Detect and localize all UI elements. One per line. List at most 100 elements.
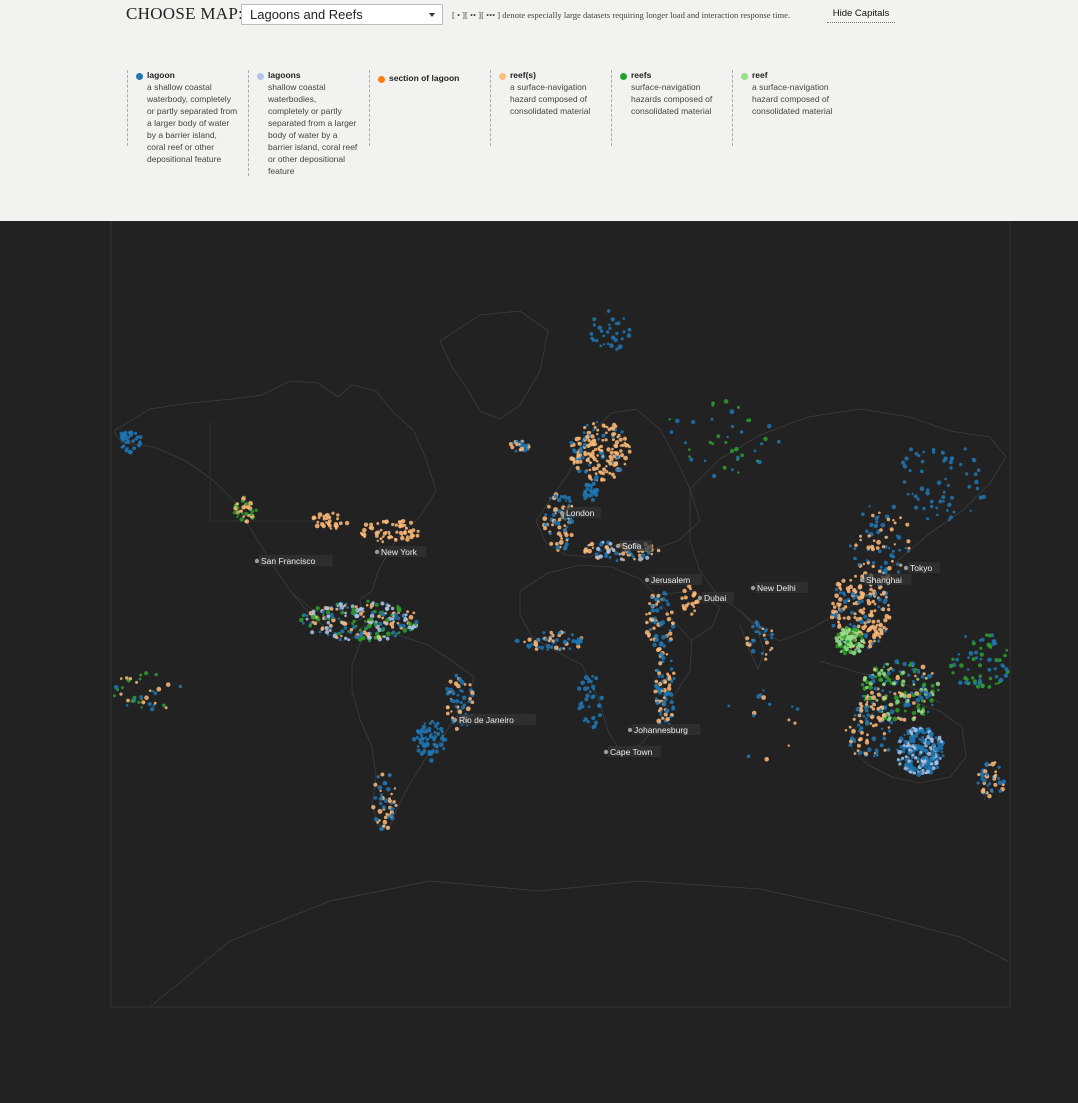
feature-point[interactable]	[930, 683, 935, 688]
feature-point[interactable]	[976, 468, 981, 472]
feature-point[interactable]	[967, 656, 970, 660]
feature-point[interactable]	[876, 539, 881, 545]
feature-point[interactable]	[579, 450, 583, 455]
feature-point[interactable]	[868, 696, 872, 701]
feature-point[interactable]	[879, 528, 883, 532]
feature-point[interactable]	[587, 474, 592, 478]
feature-point[interactable]	[933, 746, 938, 751]
feature-point[interactable]	[350, 610, 356, 616]
feature-point[interactable]	[433, 731, 437, 734]
feature-point[interactable]	[344, 614, 347, 618]
feature-point[interactable]	[716, 434, 721, 439]
feature-point[interactable]	[310, 630, 315, 635]
feature-point[interactable]	[334, 527, 338, 530]
feature-point[interactable]	[880, 668, 884, 672]
feature-point[interactable]	[987, 633, 992, 638]
feature-point[interactable]	[665, 612, 669, 616]
feature-point[interactable]	[888, 703, 892, 707]
feature-point[interactable]	[831, 601, 835, 606]
feature-point[interactable]	[445, 711, 450, 716]
feature-point[interactable]	[618, 437, 623, 442]
feature-point[interactable]	[547, 504, 551, 509]
feature-point[interactable]	[379, 801, 383, 806]
feature-point[interactable]	[551, 512, 556, 517]
feature-point[interactable]	[594, 676, 599, 681]
feature-point[interactable]	[849, 578, 853, 582]
feature-point[interactable]	[608, 326, 612, 330]
feature-point[interactable]	[750, 648, 756, 654]
feature-point[interactable]	[869, 714, 875, 720]
feature-point[interactable]	[905, 745, 908, 748]
feature-point[interactable]	[369, 522, 374, 527]
feature-point[interactable]	[320, 626, 325, 630]
feature-point[interactable]	[601, 433, 606, 438]
feature-point[interactable]	[600, 329, 604, 333]
feature-point[interactable]	[340, 634, 343, 638]
feature-point[interactable]	[764, 756, 769, 762]
feature-point[interactable]	[311, 609, 316, 614]
feature-point[interactable]	[838, 591, 842, 595]
feature-point[interactable]	[525, 443, 529, 448]
feature-point[interactable]	[590, 483, 594, 487]
feature-point[interactable]	[326, 606, 330, 610]
feature-point[interactable]	[920, 459, 925, 464]
feature-point[interactable]	[373, 796, 378, 800]
feature-point[interactable]	[445, 691, 451, 696]
feature-point[interactable]	[988, 782, 992, 786]
feature-point[interactable]	[321, 523, 326, 529]
feature-point[interactable]	[408, 621, 412, 626]
feature-point[interactable]	[315, 606, 320, 611]
feature-point[interactable]	[870, 690, 874, 695]
feature-point[interactable]	[604, 545, 610, 550]
feature-point[interactable]	[879, 631, 884, 636]
feature-point[interactable]	[863, 751, 868, 756]
feature-point[interactable]	[515, 443, 519, 447]
feature-point[interactable]	[906, 693, 912, 699]
feature-point[interactable]	[793, 721, 797, 725]
feature-point[interactable]	[667, 686, 672, 691]
feature-point[interactable]	[974, 650, 979, 655]
feature-point[interactable]	[585, 423, 589, 427]
feature-point[interactable]	[144, 671, 149, 676]
feature-point[interactable]	[151, 690, 155, 693]
feature-point[interactable]	[918, 694, 922, 699]
feature-point[interactable]	[593, 426, 597, 429]
feature-point[interactable]	[590, 694, 595, 700]
feature-point[interactable]	[449, 698, 454, 703]
feature-point[interactable]	[941, 754, 945, 758]
feature-point[interactable]	[397, 631, 401, 634]
feature-point[interactable]	[1004, 667, 1009, 672]
feature-point[interactable]	[381, 805, 386, 810]
feature-point[interactable]	[882, 600, 887, 605]
feature-point[interactable]	[610, 317, 615, 322]
feature-point[interactable]	[881, 713, 887, 718]
feature-point[interactable]	[873, 686, 878, 691]
feature-point[interactable]	[927, 673, 932, 679]
feature-point[interactable]	[606, 342, 610, 346]
feature-point[interactable]	[299, 617, 304, 623]
feature-point[interactable]	[959, 663, 964, 668]
feature-point[interactable]	[902, 717, 907, 722]
feature-point[interactable]	[583, 717, 588, 722]
feature-point[interactable]	[387, 773, 392, 778]
feature-point[interactable]	[585, 483, 589, 487]
feature-point[interactable]	[926, 710, 930, 714]
feature-point[interactable]	[669, 667, 674, 671]
feature-point[interactable]	[371, 601, 375, 605]
feature-point[interactable]	[656, 593, 661, 598]
feature-point[interactable]	[942, 459, 946, 463]
feature-point[interactable]	[380, 601, 385, 606]
feature-point[interactable]	[946, 483, 950, 487]
feature-point[interactable]	[836, 639, 840, 643]
feature-point[interactable]	[358, 607, 364, 612]
feature-point[interactable]	[997, 681, 1000, 685]
feature-point[interactable]	[615, 331, 619, 336]
feature-point[interactable]	[378, 611, 382, 614]
feature-point[interactable]	[377, 785, 383, 790]
feature-point[interactable]	[770, 632, 775, 636]
feature-point[interactable]	[971, 676, 975, 680]
feature-point[interactable]	[394, 523, 398, 527]
feature-point[interactable]	[553, 507, 558, 512]
feature-point[interactable]	[751, 624, 755, 629]
feature-point[interactable]	[597, 325, 602, 331]
